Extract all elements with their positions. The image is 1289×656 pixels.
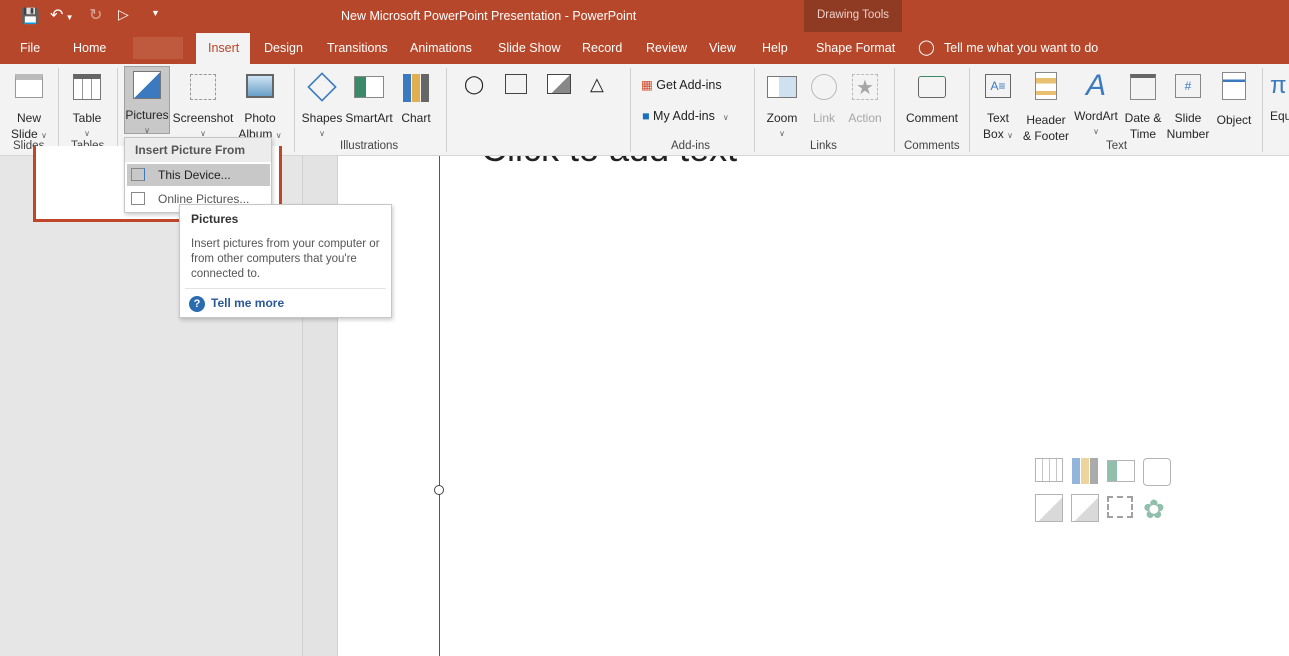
tab-review[interactable]: Review xyxy=(646,41,687,55)
group-text: Text xyxy=(1106,140,1128,152)
window-title: New Microsoft PowerPoint Presentation - … xyxy=(341,9,637,23)
shapes-icon xyxy=(307,72,337,102)
tab-animations[interactable]: Animations xyxy=(410,41,472,55)
store-icon: ▦ xyxy=(641,78,653,92)
smartart-button[interactable]: SmartArt xyxy=(344,68,394,126)
device-icon xyxy=(131,168,145,181)
insert-picture-dropdown: Insert Picture From This Device... Onlin… xyxy=(124,137,272,213)
slide-number-button[interactable]: # Slide Number xyxy=(1165,68,1211,142)
calendar-icon xyxy=(1130,74,1156,100)
object-button[interactable]: Object xyxy=(1212,68,1256,128)
wordart-button[interactable]: A WordArt ∨ xyxy=(1073,68,1119,140)
equation-button[interactable]: π Equ xyxy=(1270,68,1289,124)
get-addins-button[interactable]: ▦ Get Add-ins xyxy=(641,77,722,92)
zoom-icon xyxy=(767,76,797,98)
header-footer-button[interactable]: Header & Footer xyxy=(1020,68,1072,144)
insert-table-icon[interactable] xyxy=(1035,458,1063,482)
blurred-tab xyxy=(133,37,183,59)
tab-file[interactable]: File xyxy=(20,41,40,55)
context-label: Drawing Tools xyxy=(817,9,890,21)
present-icon[interactable]: ▷ xyxy=(118,6,129,23)
3d-models-icon[interactable] xyxy=(505,74,527,94)
action-star-icon: ★ xyxy=(852,74,878,100)
stock-images-icon[interactable] xyxy=(547,74,571,94)
text-box-icon: A≡ xyxy=(985,74,1011,98)
shapes-button[interactable]: Shapes ∨ xyxy=(300,68,344,142)
new-slide-icon xyxy=(15,74,43,98)
redo-icon[interactable]: ↻ xyxy=(89,5,102,25)
resize-handle[interactable] xyxy=(434,485,444,495)
tell-me-search[interactable]: Tell me what you want to do xyxy=(944,41,1098,55)
ribbon-tabs: File Home Insert Design Transitions Anim… xyxy=(0,32,1289,65)
tab-shape-format[interactable]: Shape Format xyxy=(816,41,895,55)
insert-video-icon[interactable] xyxy=(1107,496,1133,518)
my-addins-button[interactable]: ■ My Add-ins ∨ xyxy=(642,109,729,123)
group-illustrations: Illustrations xyxy=(340,140,399,152)
chart-icon xyxy=(403,74,429,102)
online-globe-icon xyxy=(131,192,145,205)
link-icon xyxy=(811,74,837,100)
tooltip-title: Pictures xyxy=(191,212,239,226)
header-footer-icon xyxy=(1035,72,1057,100)
tab-design[interactable]: Design xyxy=(264,41,303,55)
pictures-button[interactable]: Pictures ∨ xyxy=(124,66,170,135)
date-time-button[interactable]: Date & Time xyxy=(1121,68,1165,142)
action-button[interactable]: ★ Action xyxy=(844,68,886,126)
group-comments: Comments xyxy=(904,140,960,152)
table-button[interactable]: Table ∨ xyxy=(66,68,108,142)
pictures-tooltip: Pictures Insert pictures from your compu… xyxy=(179,204,392,318)
content-placeholder-text[interactable]: Click to add text xyxy=(481,156,737,170)
insert-online-picture-icon[interactable] xyxy=(1071,494,1099,522)
title-bar: 💾 ↶ ▼ ↻ ▷ ▼ New Microsoft PowerPoint Pre… xyxy=(0,0,1289,64)
table-icon xyxy=(73,74,101,100)
group-links: Links xyxy=(810,140,837,152)
equation-icon: π xyxy=(1270,72,1287,99)
dropdown-header: Insert Picture From xyxy=(125,138,271,162)
insert-chart-icon[interactable] xyxy=(1072,458,1098,484)
comment-icon xyxy=(918,76,946,98)
cutout-icon[interactable]: △ xyxy=(590,74,604,95)
slide-canvas: Click to add text ✿ xyxy=(338,156,1289,656)
insert-smartart-icon[interactable] xyxy=(1107,460,1135,482)
chart-button[interactable]: Chart xyxy=(396,68,436,126)
screenshot-icon xyxy=(190,74,216,100)
tab-record[interactable]: Record xyxy=(582,41,622,55)
insert-picture-icon[interactable] xyxy=(1035,494,1063,522)
help-icon: ? xyxy=(189,296,205,312)
photo-album-button[interactable]: Photo Album ∨ xyxy=(234,68,286,144)
menu-item-this-device[interactable]: This Device... xyxy=(127,164,270,186)
tab-home[interactable]: Home xyxy=(73,41,106,55)
tab-help[interactable]: Help xyxy=(762,41,788,55)
slide-number-icon: # xyxy=(1175,74,1201,98)
wordart-icon: A xyxy=(1085,69,1106,102)
group-add-ins: Add-ins xyxy=(671,140,710,152)
placeholder-border xyxy=(439,156,440,656)
undo-icon[interactable]: ↶ ▼ xyxy=(50,5,74,25)
screenshot-button[interactable]: Screenshot ∨ xyxy=(172,68,234,142)
icons-icon[interactable]: ◯ xyxy=(464,74,484,95)
new-slide-button[interactable]: New Slide ∨ xyxy=(6,68,52,144)
object-icon xyxy=(1222,72,1246,100)
pictures-icon xyxy=(133,71,161,99)
tab-slide-show[interactable]: Slide Show xyxy=(498,41,561,55)
tab-insert[interactable]: Insert xyxy=(196,33,250,65)
photo-album-icon xyxy=(246,74,274,98)
tooltip-body: Insert pictures from your computer or fr… xyxy=(191,238,380,280)
text-box-button[interactable]: A≡ Text Box ∨ xyxy=(978,68,1018,144)
content-insert-icons: ✿ xyxy=(1035,458,1179,526)
lightbulb-icon: ◯ xyxy=(918,39,935,56)
insert-icons-icon[interactable]: ✿ xyxy=(1143,494,1165,525)
tell-me-more-link[interactable]: ? Tell me more xyxy=(185,288,386,312)
link-button[interactable]: Link xyxy=(806,68,842,126)
tab-view[interactable]: View xyxy=(709,41,736,55)
insert-3d-model-icon[interactable] xyxy=(1143,458,1171,486)
comment-button[interactable]: Comment xyxy=(902,68,962,126)
customize-icon[interactable]: ▼ xyxy=(151,8,160,18)
save-icon[interactable]: 💾 xyxy=(21,7,40,25)
zoom-button[interactable]: Zoom ∨ xyxy=(760,68,804,142)
tab-transitions[interactable]: Transitions xyxy=(327,41,388,55)
smartart-icon xyxy=(354,76,384,98)
addins-icon: ■ xyxy=(642,109,650,123)
